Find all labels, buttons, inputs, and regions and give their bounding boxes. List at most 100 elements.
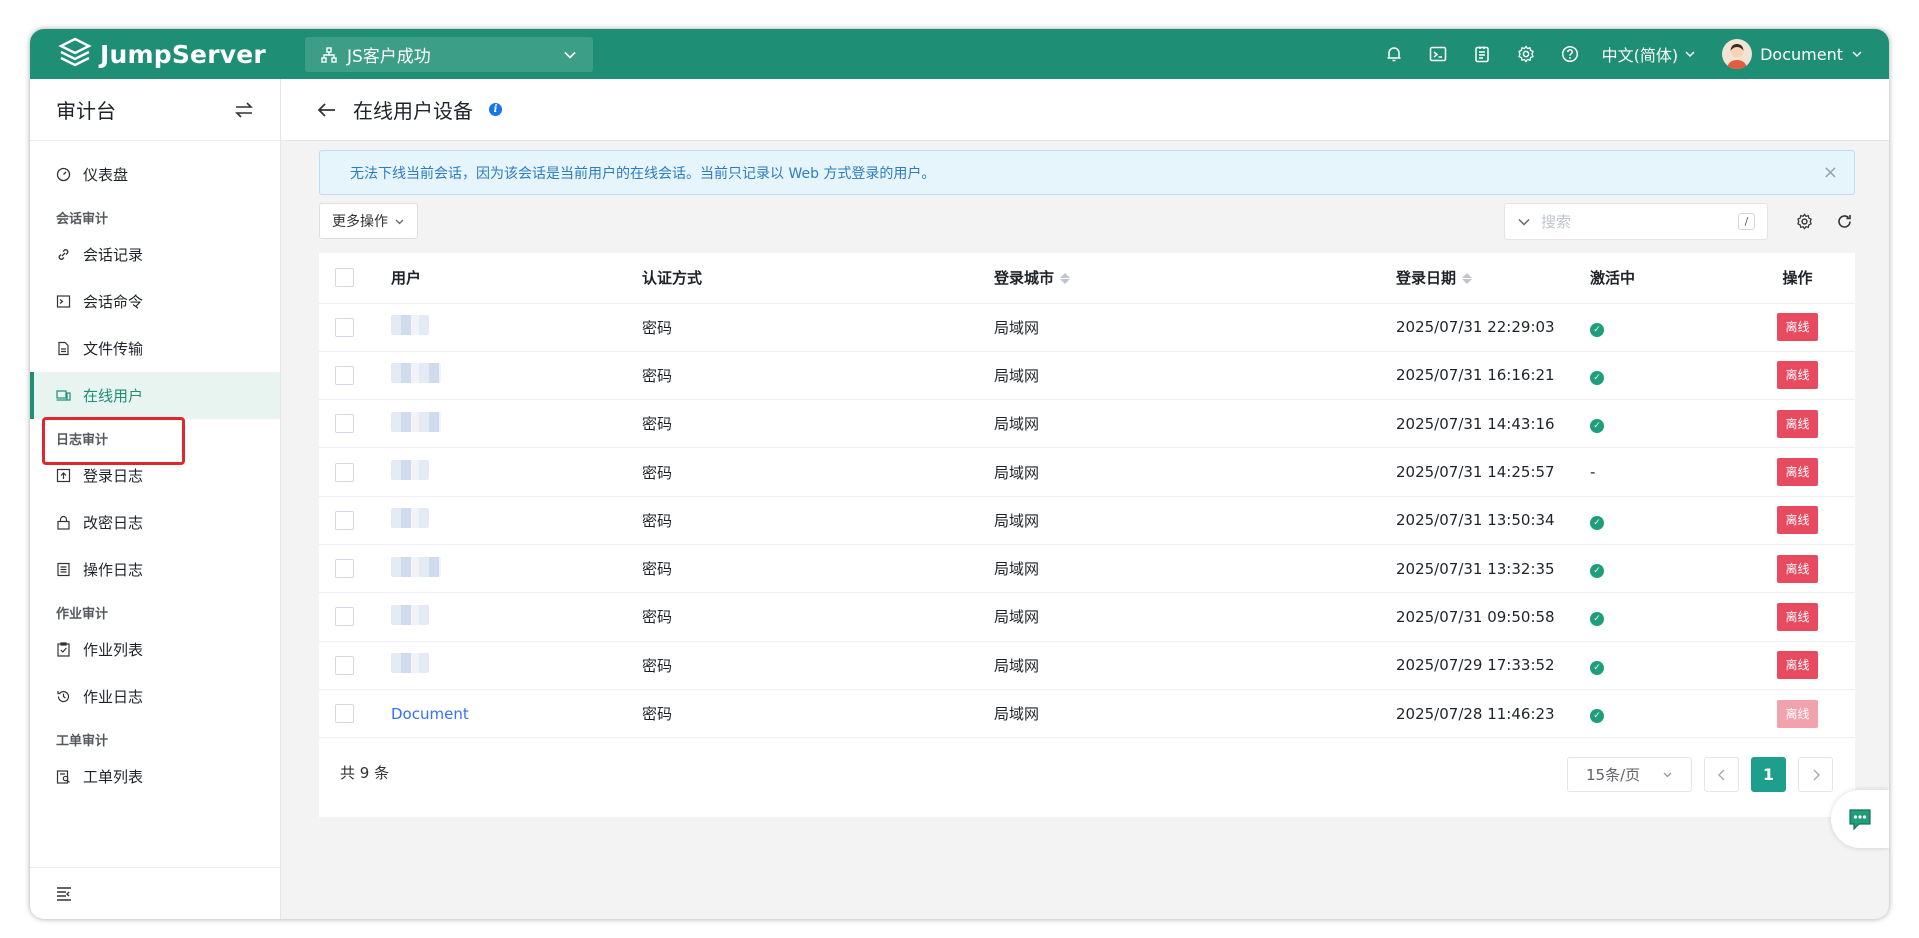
table-row[interactable]: 密码 局域网 2025/07/31 22:29:03 ✓ 离线 [319,303,1855,352]
sidebar-item-label: 文件传输 [83,340,144,358]
sidebar-item-label: 会话命令 [83,293,144,311]
cell-auth-method: 密码 [642,351,994,401]
sidebar-item-online-users[interactable]: 在线用户 [30,372,280,419]
cell-user [391,641,642,690]
sidebar-item-session-records[interactable]: 会话记录 [30,231,280,278]
notification-bell-icon[interactable] [1372,29,1416,79]
offline-button[interactable]: 离线 [1777,458,1818,487]
prev-page-button[interactable] [1704,757,1739,792]
row-checkbox[interactable] [335,365,354,385]
select-all-checkbox[interactable] [335,268,354,288]
more-actions-button[interactable]: 更多操作 [319,203,418,239]
column-header-actions: 操作 [1740,253,1855,304]
sidebar-item-job-list[interactable]: 作业列表 [30,626,280,673]
row-checkbox[interactable] [335,559,354,579]
offline-button[interactable]: 离线 [1777,313,1818,342]
app-window: JumpServer JS客户成功 中文(简体) Document 审计台 仪表… [30,29,1889,919]
cell-actions: 离线 [1740,544,1855,594]
jumpserver-logo-icon [58,37,92,67]
tickets-icon[interactable] [1460,29,1504,79]
back-arrow-icon[interactable] [317,102,337,118]
sidebar-item-label: 工单列表 [83,768,144,786]
row-checkbox[interactable] [335,655,354,675]
sidebar-item-password-change-logs[interactable]: 改密日志 [30,499,280,546]
row-checkbox[interactable] [335,510,354,530]
cell-date: 2025/07/31 13:50:34 [1396,496,1590,545]
search-input[interactable]: 搜索 / [1504,203,1768,240]
offline-button[interactable]: 离线 [1777,506,1818,535]
row-checkbox[interactable] [335,704,354,724]
chevron-left-icon [1717,769,1724,780]
table-row[interactable]: 密码 局域网 2025/07/31 16:16:21 ✓ 离线 [319,351,1855,401]
column-header-active: 激活中 [1590,253,1740,304]
cell-date: 2025/07/31 14:43:16 [1396,399,1590,449]
offline-button[interactable]: 离线 [1777,602,1818,631]
user-menu[interactable]: Document [1722,39,1863,69]
active-check-icon: ✓ [1590,564,1604,579]
collapse-menu-icon[interactable] [56,886,74,902]
row-checkbox[interactable] [335,607,354,627]
sidebar-item-dashboard[interactable]: 仪表盘 [30,151,280,198]
table-row[interactable]: 密码 局域网 2025/07/31 09:50:58 ✓ 离线 [319,592,1855,642]
offline-button[interactable]: 离线 [1777,409,1818,438]
active-check-icon: ✓ [1590,612,1604,627]
menu-group-job-audit: 作业审计 [56,607,109,622]
cell-city: 局域网 [994,447,1396,497]
table-row[interactable]: 密码 局域网 2025/07/29 17:33:52 ✓ 离线 [319,641,1855,690]
refresh-icon[interactable] [1834,211,1854,231]
offline-button[interactable]: 离线 [1777,554,1818,583]
cell-user [391,303,642,352]
org-name: JS客户成功 [347,47,431,67]
highlight-annotation [42,417,185,465]
table-settings-gear-icon[interactable] [1794,211,1814,231]
sidebar-item-label: 登录日志 [83,467,144,485]
close-icon[interactable]: × [1823,162,1838,183]
device-icon [56,390,71,401]
row-checkbox[interactable] [335,317,354,337]
offline-button[interactable]: 离线 [1777,651,1818,680]
sidebar-item-ticket-list[interactable]: 工单列表 [30,753,280,800]
cell-active: ✓ [1590,592,1740,642]
page-number-button[interactable]: 1 [1751,757,1786,792]
cell-user [391,496,642,545]
column-header-city[interactable]: 登录城市 [994,253,1396,304]
sidebar-item-operation-logs[interactable]: 操作日志 [30,546,280,593]
active-check-icon: ✓ [1590,322,1604,337]
sidebar-title: 审计台 [56,99,116,123]
sidebar-item-job-logs[interactable]: 作业日志 [30,673,280,720]
cell-user [391,592,642,642]
offline-button[interactable]: 离线 [1777,699,1818,728]
row-checkbox[interactable] [335,414,354,434]
language-selector[interactable]: 中文(简体) [1602,42,1697,66]
info-icon[interactable]: i [489,103,502,116]
offline-button[interactable]: 离线 [1777,361,1818,390]
logo[interactable]: JumpServer [58,35,266,73]
table-row[interactable]: 密码 局域网 2025/07/31 14:25:57- 离线 [319,447,1855,497]
sidebar-item-file-transfer[interactable]: 文件传输 [30,325,280,372]
cell-city: 局域网 [994,496,1396,545]
pagination: 15条/页 1 [1567,757,1833,792]
terminal-icon[interactable] [1416,29,1460,79]
table-row[interactable]: 密码 局域网 2025/07/31 14:43:16 ✓ 离线 [319,399,1855,449]
login-icon [56,468,71,483]
switch-view-icon[interactable] [234,100,254,120]
sidebar-item-session-commands[interactable]: 会话命令 [30,278,280,325]
cell-actions: 离线 [1740,592,1855,642]
table-row[interactable]: 密码 局域网 2025/07/31 13:32:35 ✓ 离线 [319,544,1855,594]
chevron-down-icon[interactable] [1517,215,1531,229]
chat-assistant-button[interactable] [1831,790,1889,848]
table-row[interactable]: 密码 局域网 2025/07/31 13:50:34 ✓ 离线 [319,496,1855,545]
help-icon[interactable] [1548,29,1592,79]
user-link[interactable]: Document [391,705,469,723]
cell-actions: 离线 [1740,351,1855,401]
cell-city: 局域网 [994,351,1396,401]
row-checkbox[interactable] [335,462,354,482]
next-page-button[interactable] [1798,757,1833,792]
page-size-select[interactable]: 15条/页 [1567,757,1692,792]
cell-city: 局域网 [994,592,1396,642]
sort-icon[interactable] [1462,273,1473,285]
settings-gear-icon[interactable] [1504,29,1548,79]
org-selector[interactable]: JS客户成功 [305,37,593,72]
sort-icon[interactable] [1060,273,1071,285]
column-header-date[interactable]: 登录日期 [1396,253,1590,304]
